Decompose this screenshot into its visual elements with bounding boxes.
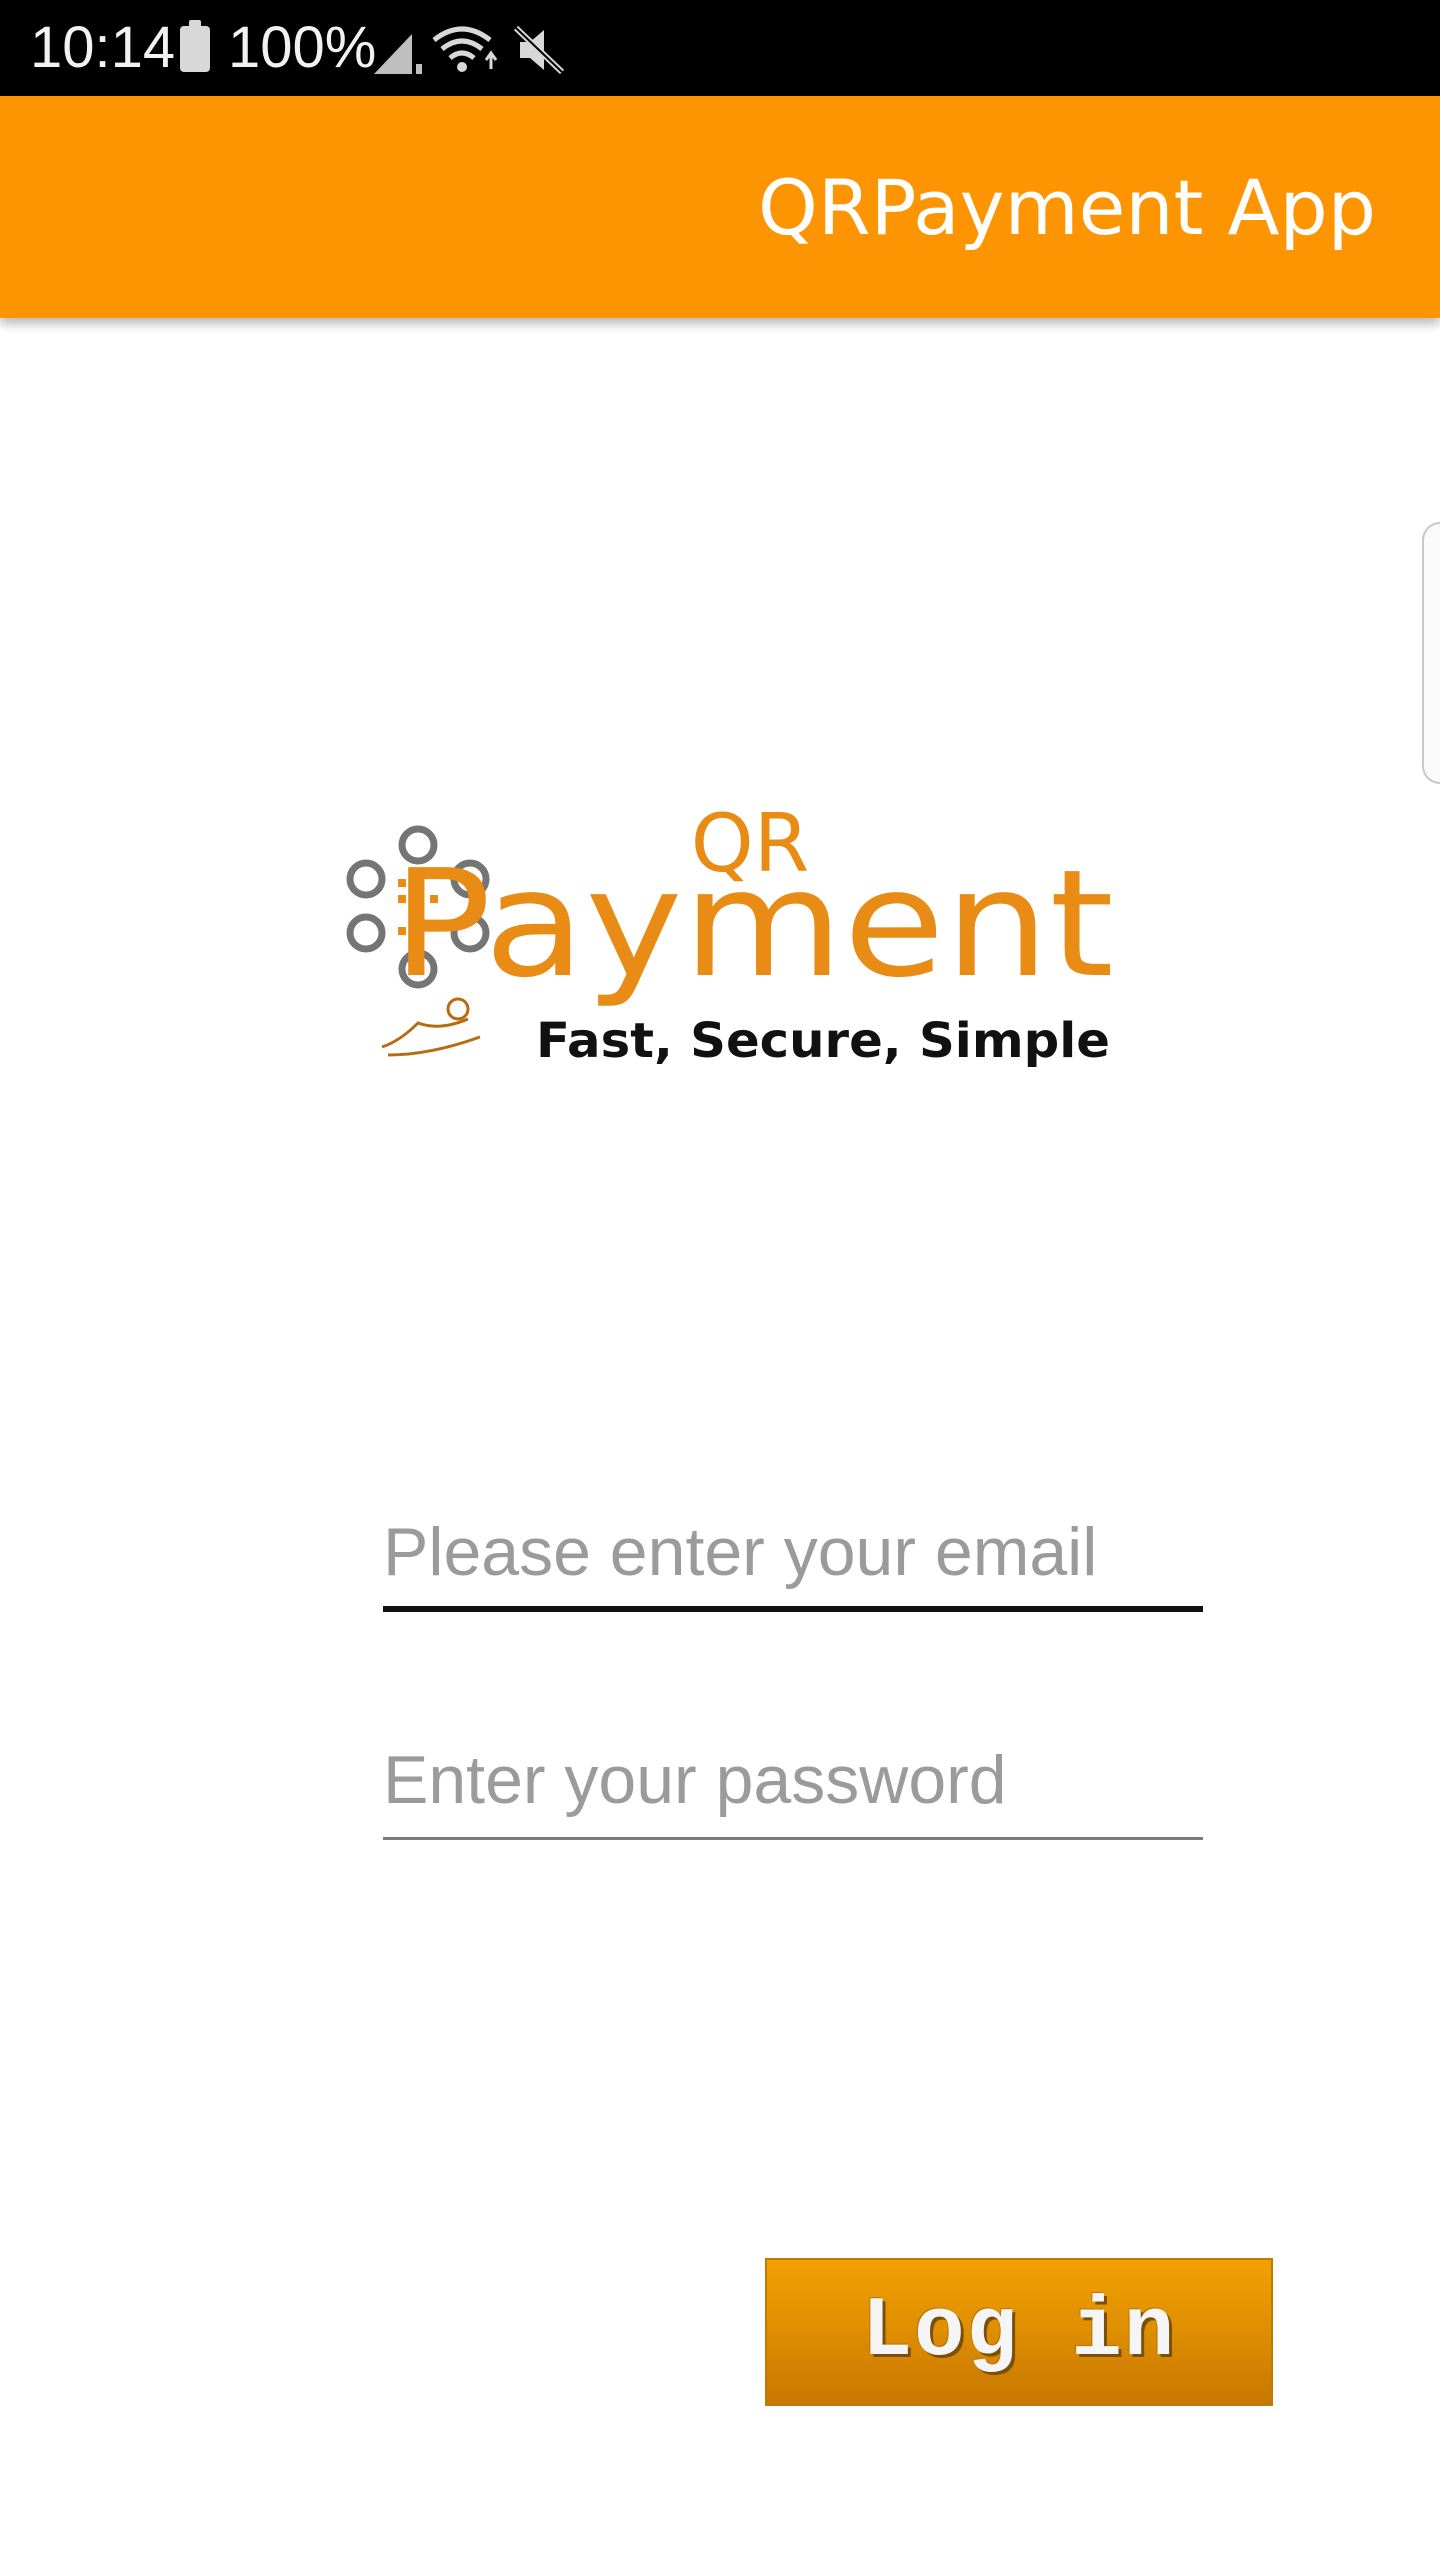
edge-panel-handle[interactable] xyxy=(1422,522,1440,784)
password-underline xyxy=(383,1837,1203,1840)
password-input[interactable] xyxy=(383,1730,1203,1830)
qr-payment-logo: QR Payment Fast, Secure, Simple xyxy=(346,805,1114,1069)
logo-payment-text: Payment xyxy=(392,838,1114,1010)
email-field-container xyxy=(383,1502,1203,1612)
battery-icon xyxy=(180,20,210,72)
email-underline xyxy=(383,1606,1203,1612)
status-bar: 10:14 100% xyxy=(0,0,1440,96)
cellular-signal-icon xyxy=(374,34,422,74)
password-field-container xyxy=(383,1730,1203,1840)
mute-icon xyxy=(513,25,565,75)
app-bar: QRPayment App xyxy=(0,96,1440,318)
logo-tagline: Fast, Secure, Simple xyxy=(536,1013,1110,1069)
email-input[interactable] xyxy=(383,1502,1203,1602)
status-time: 10:14 xyxy=(30,15,176,80)
wifi-icon xyxy=(432,26,498,72)
app-title: QRPayment App xyxy=(758,163,1376,252)
login-button[interactable]: Log in xyxy=(765,2258,1273,2406)
battery-percent: 100% xyxy=(228,15,377,80)
